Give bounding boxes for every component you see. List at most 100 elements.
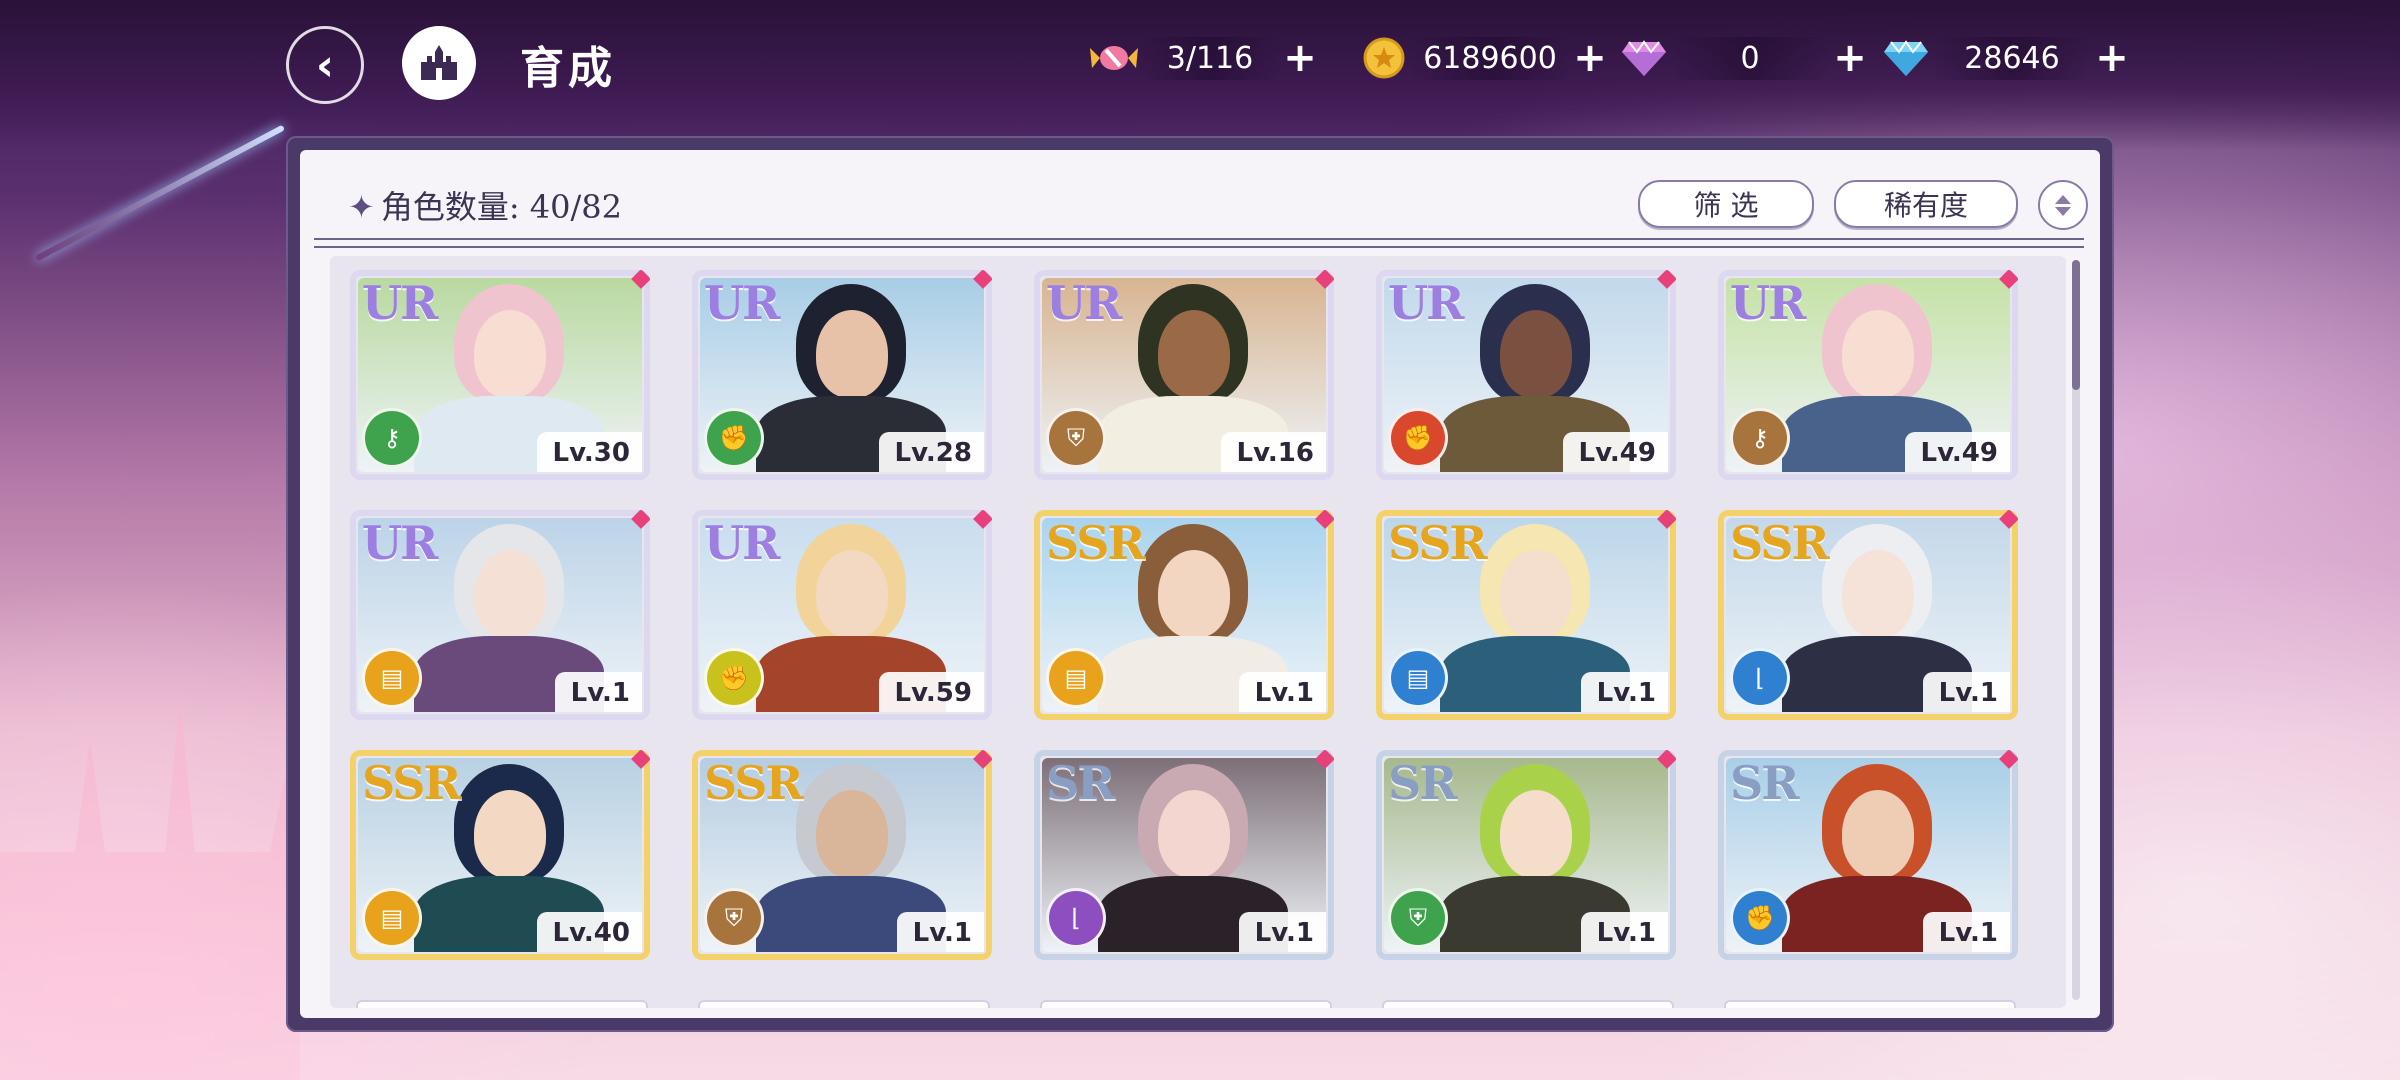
filter-button[interactable]: 筛 选 [1638, 180, 1814, 228]
back-button[interactable]: ‹ [286, 26, 364, 104]
character-card[interactable]: UR ▤ Lv.1 [350, 510, 650, 720]
level-label: Lv.1 [896, 912, 984, 952]
level-label: Lv.1 [554, 672, 642, 712]
sort-down-icon [2055, 206, 2071, 216]
character-card[interactable]: UR ✊ Lv.28 [692, 270, 992, 480]
rarity-label: UR [1046, 276, 1122, 330]
character-card[interactable]: UR ⛨ Lv.16 [1034, 270, 1334, 480]
shield-icon: ⛨ [704, 888, 764, 948]
rarity-label: UR [1730, 276, 1806, 330]
sort-up-icon [2055, 194, 2071, 204]
character-card[interactable]: SSR ▤ Lv.40 [350, 750, 650, 960]
rarity-label: SSR [704, 756, 804, 810]
key-icon: ⚷ [362, 408, 422, 468]
rarity-label: UR [362, 516, 438, 570]
level-label: Lv.1 [1580, 672, 1668, 712]
resource-candy: 3/116 + [1088, 34, 1320, 82]
grid-scrollbar[interactable] [2072, 260, 2080, 1000]
level-label: Lv.1 [1238, 672, 1326, 712]
rarity-label: SSR [362, 756, 462, 810]
level-label: Lv.40 [536, 912, 642, 952]
rarity-label: UR [1388, 276, 1464, 330]
character-card[interactable]: UR ⚷ Lv.49 [1718, 270, 2018, 480]
add-candy-button[interactable]: + [1280, 35, 1320, 81]
fist-icon: ✊ [1730, 888, 1790, 948]
character-card[interactable]: SSR ▤ Lv.1 [1376, 510, 1676, 720]
resource-pink-diamond: 0 + [1618, 34, 1870, 82]
character-card[interactable]: SR ✊ Lv.1 [1718, 750, 2018, 960]
sparkle-icon: ✦ [348, 188, 375, 226]
rarity-label: SSR [1046, 516, 1146, 570]
add-blue-diamond-button[interactable]: + [2092, 35, 2132, 81]
header-divider [314, 238, 2084, 248]
level-label: Lv.1 [1580, 912, 1668, 952]
castle-home-icon [421, 45, 457, 80]
character-card[interactable]: SR ⛨ Lv.1 [1376, 750, 1676, 960]
key-icon: ⚷ [1730, 408, 1790, 468]
partial-card-next-row[interactable] [1724, 1000, 2016, 1008]
partial-card-next-row[interactable] [1382, 1000, 1674, 1008]
pink-diamond-icon [1618, 32, 1670, 84]
character-card[interactable]: UR ⚷ Lv.30 [350, 270, 650, 480]
character-card[interactable]: UR ✊ Lv.49 [1376, 270, 1676, 480]
book-icon: ▤ [362, 888, 422, 948]
book-icon: ▤ [1388, 648, 1448, 708]
gold-count: 6189600 [1410, 36, 1570, 80]
rarity-label: UR [362, 276, 438, 330]
character-card[interactable]: SSR ⛨ Lv.1 [692, 750, 992, 960]
rarity-sort-button[interactable]: 稀有度 [1834, 180, 2018, 228]
level-label: Lv.1 [1922, 912, 2010, 952]
character-grid[interactable]: UR ⚷ Lv.30 UR ✊ Lv.28 UR ⛨ Lv.16 UR ✊ Lv.49 UR ⚷ Lv.49… [330, 256, 2066, 1008]
level-label: Lv.28 [878, 432, 984, 472]
fist-icon: ✊ [704, 648, 764, 708]
partial-card-next-row[interactable] [356, 1000, 648, 1008]
home-button[interactable] [402, 26, 476, 100]
resource-blue-diamond: 28646 + [1880, 34, 2132, 82]
level-label: Lv.59 [878, 672, 984, 712]
character-card[interactable]: SSR ▤ Lv.1 [1034, 510, 1334, 720]
level-label: Lv.1 [1238, 912, 1326, 952]
fist-icon: ✊ [1388, 408, 1448, 468]
candy-icon [1088, 32, 1140, 84]
level-label: Lv.1 [1922, 672, 2010, 712]
partial-card-next-row[interactable] [698, 1000, 990, 1008]
character-card[interactable]: SSR ⌊ Lv.1 [1718, 510, 2018, 720]
character-card[interactable]: UR ✊ Lv.59 [692, 510, 992, 720]
scrollbar-thumb[interactable] [2072, 260, 2080, 390]
level-label: Lv.49 [1562, 432, 1668, 472]
level-label: Lv.49 [1904, 432, 2010, 472]
rarity-label: UR [704, 276, 780, 330]
rarity-label: UR [704, 516, 780, 570]
resource-gold: 6189600 + [1358, 34, 1610, 82]
boot-icon: ⌊ [1046, 888, 1106, 948]
add-gold-button[interactable]: + [1570, 35, 1610, 81]
character-panel: ✦ 角色数量: 40/82 筛 选 稀有度 UR ⚷ Lv.30 UR ✊ Lv.28 UR ⛨… [286, 136, 2114, 1032]
candy-count: 3/116 [1140, 36, 1280, 80]
sort-order-toggle[interactable] [2038, 180, 2088, 230]
rarity-label: SSR [1388, 516, 1488, 570]
book-icon: ▤ [362, 648, 422, 708]
shield-icon: ⛨ [1046, 408, 1106, 468]
rarity-label: SR [1730, 756, 1799, 810]
page-title: 育成 [520, 43, 616, 94]
level-label: Lv.16 [1220, 432, 1326, 472]
book-icon: ▤ [1046, 648, 1106, 708]
character-count-text: 角色数量: 40/82 [380, 188, 622, 226]
castle-silhouette [0, 700, 300, 1080]
rarity-label: SSR [1730, 516, 1830, 570]
blue-diamond-icon [1880, 32, 1932, 84]
back-arrow-icon: ‹ [315, 39, 335, 91]
add-pink-diamond-button[interactable]: + [1830, 35, 1870, 81]
boot-icon: ⌊ [1730, 648, 1790, 708]
blue-diamond-count: 28646 [1932, 36, 2092, 80]
gold-coin-icon [1358, 32, 1410, 84]
partial-card-next-row[interactable] [1040, 1000, 1332, 1008]
rarity-label: SR [1388, 756, 1457, 810]
shield-icon: ⛨ [1388, 888, 1448, 948]
character-card[interactable]: SR ⌊ Lv.1 [1034, 750, 1334, 960]
character-panel-inner: ✦ 角色数量: 40/82 筛 选 稀有度 UR ⚷ Lv.30 UR ✊ Lv.28 UR ⛨… [300, 150, 2100, 1018]
fist-icon: ✊ [704, 408, 764, 468]
character-count-label: ✦ 角色数量: 40/82 [348, 182, 622, 228]
pink-diamond-count: 0 [1670, 36, 1830, 80]
rarity-label: SR [1046, 756, 1115, 810]
